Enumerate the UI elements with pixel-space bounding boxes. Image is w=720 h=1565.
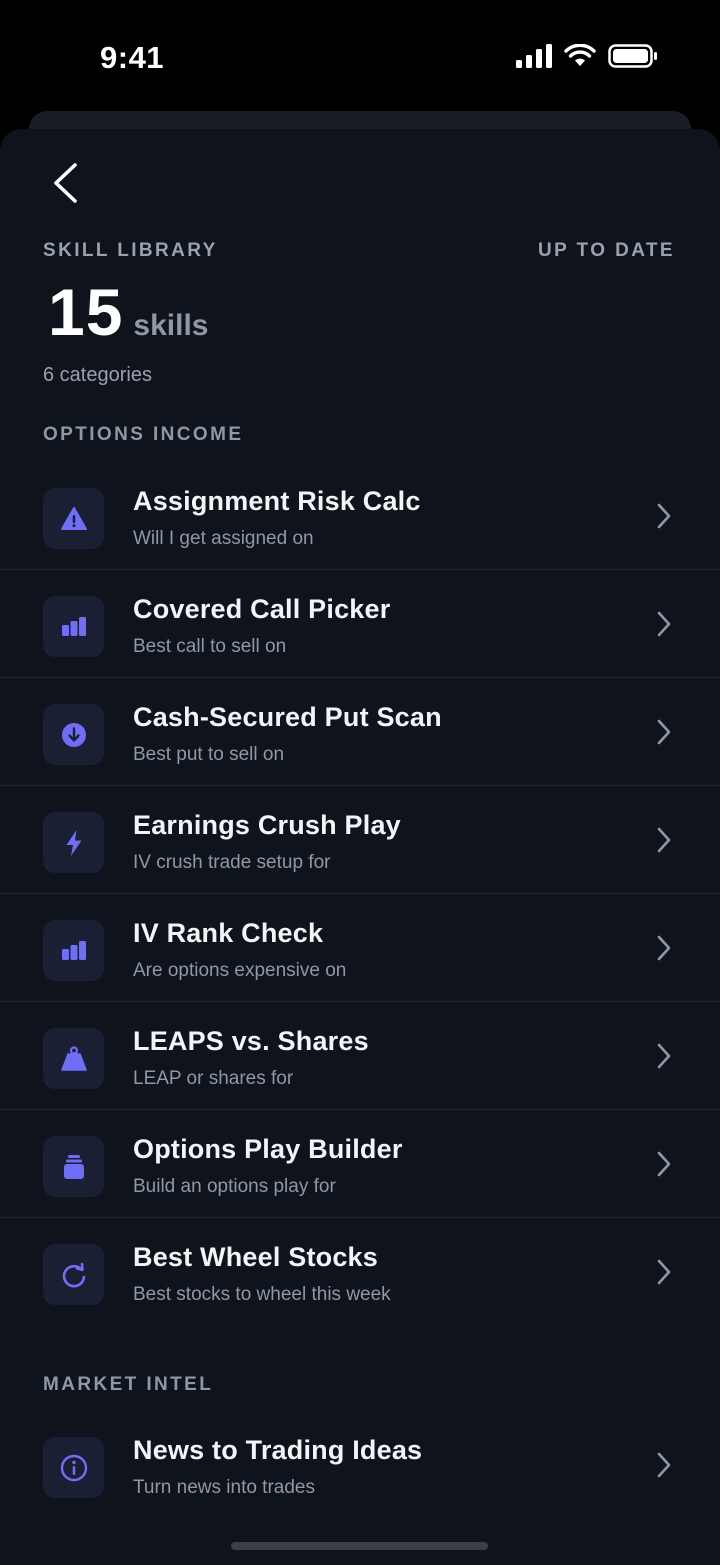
item-title: LEAPS vs. Shares [133,1026,369,1056]
item-title: News to Trading Ideas [133,1435,423,1465]
skill-library-label: SKILL LIBRARY [43,240,218,261]
wifi-icon [564,44,596,66]
status-time: 9:41 [100,40,165,75]
signal-icon [516,44,552,68]
item-title: Earnings Crush Play [133,810,401,840]
chevron-right-icon [657,935,671,961]
item-title: Covered Call Picker [133,594,391,624]
warning-icon [43,488,104,549]
item-title: Assignment Risk Calc [133,486,421,516]
bar-chart-icon [43,920,104,981]
item-subtitle: Best stocks to wheel this week [133,1284,391,1305]
arrow-down-circle-icon [43,704,104,765]
list-item-assignment-risk-calc[interactable]: Assignment Risk Calc Will I get assigned… [0,462,720,570]
list-item-news-to-trading-ideas[interactable]: News to Trading Ideas Turn news into tra… [0,1411,720,1519]
skill-count-unit: skills [133,309,209,342]
lightning-icon [43,812,104,873]
chevron-right-icon [657,1043,671,1069]
section-label-options-income: OPTIONS INCOME [43,424,244,445]
chevron-right-icon [657,1151,671,1177]
status-icons [516,44,658,68]
item-title: IV Rank Check [133,918,324,948]
stack-icon [43,1136,104,1197]
bar-chart-icon [43,596,104,657]
chevron-left-icon [54,163,77,203]
status-bar: 9:41 [0,0,720,110]
list-item-earnings-crush-play[interactable]: Earnings Crush Play IV crush trade setup… [0,786,720,894]
item-subtitle: Will I get assigned on [133,528,314,549]
list-item-iv-rank-check[interactable]: IV Rank Check Are options expensive on [0,894,720,1002]
list-item-leaps-vs-shares[interactable]: LEAPS vs. Shares LEAP or shares for [0,1002,720,1110]
chevron-right-icon [657,611,671,637]
skill-count: 15 skills [48,274,208,350]
skill-count-number: 15 [48,275,124,349]
item-subtitle: Best put to sell on [133,744,285,765]
chevron-right-icon [657,1452,671,1478]
list-item-covered-call-picker[interactable]: Covered Call Picker Best call to sell on [0,570,720,678]
list-item-cash-secured-put-scan[interactable]: Cash-Secured Put Scan Best put to sell o… [0,678,720,786]
item-subtitle: Best call to sell on [133,636,287,657]
item-title: Best Wheel Stocks [133,1242,378,1272]
weight-icon [43,1028,104,1089]
categories-count: 6 categories [43,364,152,386]
chevron-right-icon [657,503,671,529]
skill-library-sheet: SKILL LIBRARY UP TO DATE 15 skills 6 cat… [0,129,720,1565]
refresh-icon [43,1244,104,1305]
list-item-best-wheel-stocks[interactable]: Best Wheel Stocks Best stocks to wheel t… [0,1218,720,1326]
item-subtitle: Are options expensive on [133,960,347,981]
chevron-right-icon [657,719,671,745]
status-label: UP TO DATE [538,240,675,261]
item-subtitle: Build an options play for [133,1176,336,1197]
item-title: Options Play Builder [133,1134,403,1164]
chevron-right-icon [657,1259,671,1285]
section-label-market-intel: MARKET INTEL [43,1374,214,1395]
item-title: Cash-Secured Put Scan [133,702,442,732]
info-icon [43,1437,104,1498]
back-button[interactable] [44,159,88,207]
item-subtitle: Turn news into trades [133,1477,315,1498]
battery-icon [608,44,657,68]
list-item-options-play-builder[interactable]: Options Play Builder Build an options pl… [0,1110,720,1218]
item-subtitle: IV crush trade setup for [133,852,331,873]
home-indicator[interactable] [231,1542,488,1550]
item-subtitle: LEAP or shares for [133,1068,294,1089]
chevron-right-icon [657,827,671,853]
